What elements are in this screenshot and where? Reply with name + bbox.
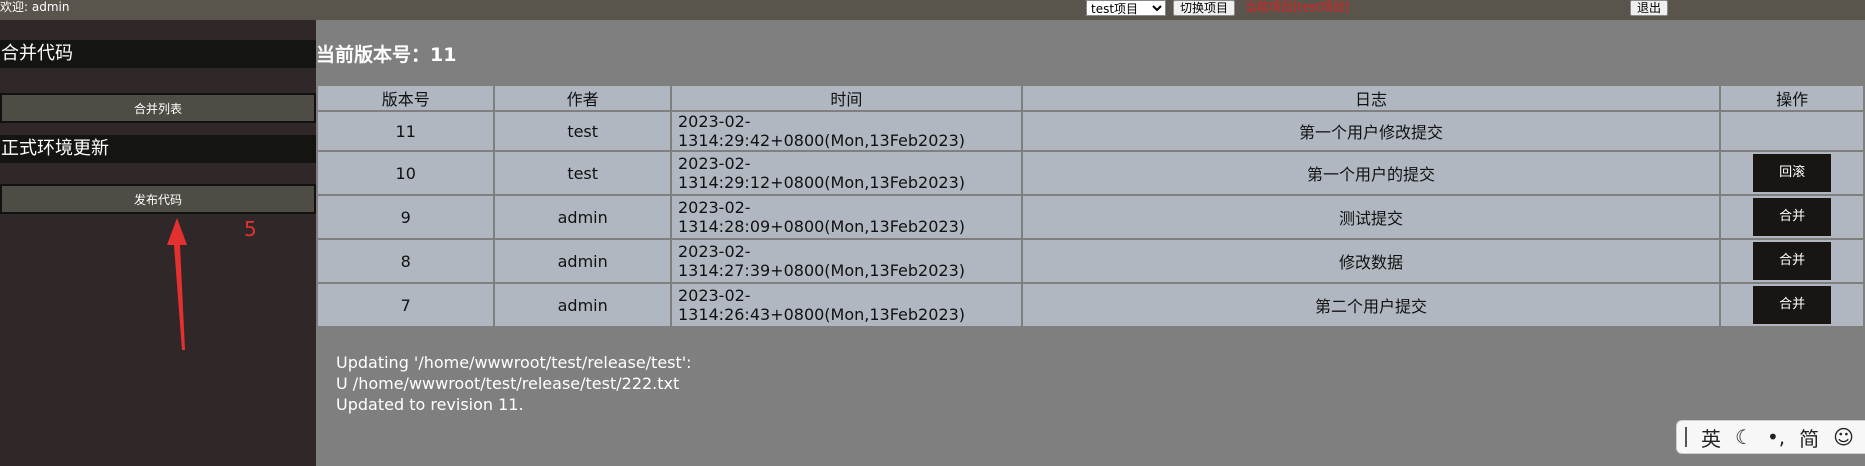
ime-language-toggle[interactable]: 英	[1701, 423, 1721, 452]
cell-log: 第二个用户提交	[1020, 282, 1722, 328]
project-select[interactable]: test项目	[1086, 0, 1166, 16]
current-project-label: 当前项目[test项目]	[1245, 0, 1350, 14]
current-version-title: 当前版本号：11	[316, 44, 457, 66]
table-row: 7 admin 2023-02-1314:26:43+0800(Mon,13Fe…	[315, 282, 1865, 328]
table-row: 9 admin 2023-02-1314:28:09+0800(Mon,13Fe…	[315, 194, 1865, 240]
column-header-log: 日志	[1020, 84, 1722, 112]
cell-author: test	[493, 110, 672, 152]
top-bar: 欢迎: admin test项目 切换项目 当前项目[test项目] 退出	[0, 0, 1865, 20]
column-header-version: 版本号	[315, 84, 496, 112]
cell-time: 2023-02-1314:29:42+0800(Mon,13Feb2023)	[669, 110, 1023, 152]
cell-author: admin	[493, 238, 672, 284]
cell-time: 2023-02-1314:26:43+0800(Mon,13Feb2023)	[669, 282, 1023, 328]
annotation-arrow-icon	[167, 218, 187, 350]
version-table: 版本号 作者 时间 日志 操作 11 test 2023-02-1314:29:…	[315, 84, 1865, 328]
column-header-time: 时间	[669, 84, 1023, 112]
cell-log: 修改数据	[1020, 238, 1722, 284]
cell-time: 2023-02-1314:29:12+0800(Mon,13Feb2023)	[669, 150, 1023, 196]
command-output: Updating '/home/wwwroot/test/release/tes…	[336, 352, 692, 415]
logout-button[interactable]: 退出	[1630, 0, 1669, 16]
smile-icon[interactable]: ☺	[1833, 425, 1854, 449]
cell-action: 合并	[1719, 282, 1865, 328]
welcome-text: 欢迎: admin	[0, 0, 70, 14]
switch-project-button[interactable]: 切换项目	[1173, 0, 1236, 16]
output-line: Updated to revision 11.	[336, 395, 524, 414]
cell-log: 第一个用户修改提交	[1020, 110, 1722, 152]
cell-action: 合并	[1719, 194, 1865, 240]
output-line: U /home/wwwroot/test/release/test/222.tx…	[336, 374, 680, 393]
sidebar: 合并代码 合并列表 正式环境更新 发布代码	[0, 20, 316, 466]
main-content: 当前版本号：11 版本号 作者 时间 日志 操作 11 test 2023-02…	[315, 20, 1865, 466]
merge-section-title: 合并代码	[0, 40, 316, 68]
table-row: 8 admin 2023-02-1314:27:39+0800(Mon,13Fe…	[315, 238, 1865, 284]
rollback-button[interactable]: 回滚	[1753, 154, 1832, 192]
cell-version: 8	[315, 238, 496, 284]
cell-author: admin	[493, 282, 672, 328]
cell-log: 第一个用户的提交	[1020, 150, 1722, 196]
cell-version: 11	[315, 110, 496, 152]
merge-button[interactable]: 合并	[1753, 286, 1832, 324]
ime-toolbar: 英 ☾ •, 简 ☺	[1676, 420, 1865, 454]
cell-time: 2023-02-1314:27:39+0800(Mon,13Feb2023)	[669, 238, 1023, 284]
cell-author: admin	[493, 194, 672, 240]
cell-version: 10	[315, 150, 496, 196]
release-section-title: 正式环境更新	[0, 135, 316, 163]
table-row: 10 test 2023-02-1314:29:12+0800(Mon,13Fe…	[315, 150, 1865, 196]
moon-icon[interactable]: ☾	[1735, 425, 1753, 449]
ime-script-toggle[interactable]: 简	[1799, 423, 1819, 452]
table-header-row: 版本号 作者 时间 日志 操作	[315, 84, 1865, 112]
annotation-number: 5	[244, 217, 257, 241]
merge-button[interactable]: 合并	[1753, 242, 1832, 280]
ime-punctuation-toggle[interactable]: •,	[1767, 425, 1785, 449]
cell-action: 合并	[1719, 238, 1865, 284]
cell-time: 2023-02-1314:28:09+0800(Mon,13Feb2023)	[669, 194, 1023, 240]
cell-log: 测试提交	[1020, 194, 1722, 240]
cell-author: test	[493, 150, 672, 196]
merge-list-button[interactable]: 合并列表	[0, 93, 316, 123]
column-header-action: 操作	[1719, 84, 1865, 112]
publish-code-button[interactable]: 发布代码	[0, 184, 316, 214]
cell-version: 7	[315, 282, 496, 328]
cell-version: 9	[315, 194, 496, 240]
cell-action-empty	[1719, 110, 1865, 152]
column-header-author: 作者	[493, 84, 672, 112]
table-row: 11 test 2023-02-1314:29:42+0800(Mon,13Fe…	[315, 110, 1865, 152]
output-line: Updating '/home/wwwroot/test/release/tes…	[336, 353, 692, 372]
ime-grip-handle[interactable]	[1685, 427, 1687, 447]
cell-action: 回滚	[1719, 150, 1865, 196]
merge-button[interactable]: 合并	[1753, 198, 1832, 236]
